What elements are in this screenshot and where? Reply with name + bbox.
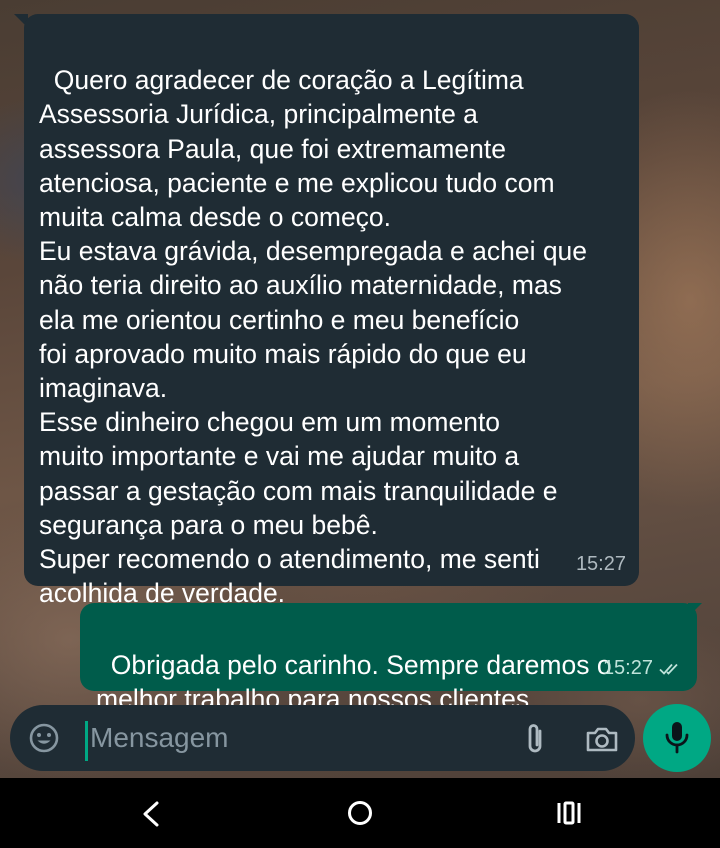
message-composer: Mensagem: [10, 705, 635, 771]
home-icon[interactable]: [347, 800, 373, 826]
back-icon[interactable]: [139, 800, 163, 828]
text-cursor: [85, 721, 88, 761]
outgoing-message-meta: 15:27: [603, 651, 681, 685]
voice-record-button[interactable]: [643, 704, 711, 772]
emoji-icon[interactable]: [28, 722, 60, 754]
outgoing-message-time: 15:27: [602, 656, 653, 679]
recents-icon[interactable]: [556, 801, 582, 825]
system-navigation-bar: [0, 778, 720, 848]
attach-icon[interactable]: [520, 722, 550, 756]
mic-icon: [665, 722, 689, 754]
double-check-icon: [659, 663, 678, 675]
incoming-message-text: Quero agradecer de coração a Legítima As…: [39, 65, 588, 609]
camera-icon[interactable]: [585, 724, 619, 754]
incoming-message-bubble[interactable]: Quero agradecer de coração a Legítima As…: [24, 14, 639, 608]
incoming-message-time: 15:27: [575, 552, 626, 575]
outgoing-message-bubble[interactable]: Obrigada pelo carinho. Sempre daremos o …: [80, 603, 697, 714]
message-input[interactable]: Mensagem: [90, 722, 229, 754]
